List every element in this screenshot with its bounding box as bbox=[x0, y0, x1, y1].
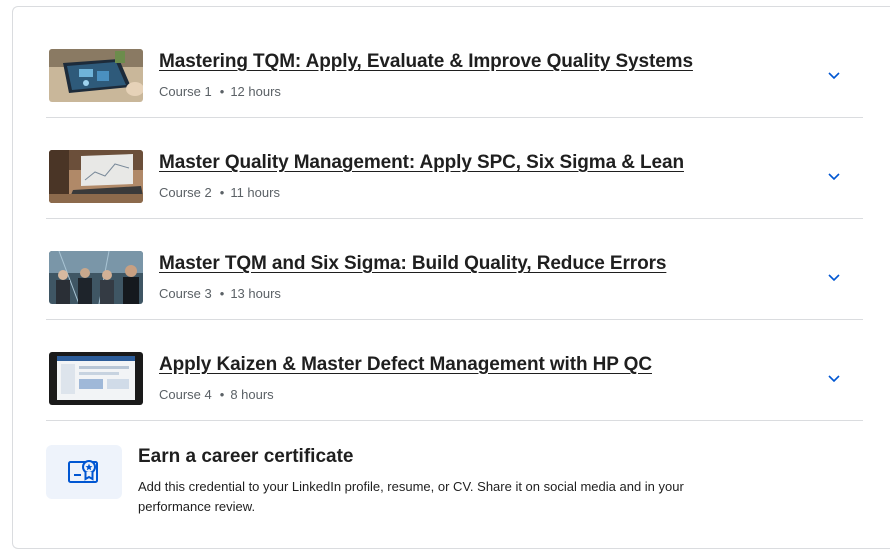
course-meta: Course 4 • 8 hours bbox=[159, 387, 274, 402]
course-title[interactable]: Master TQM and Six Sigma: Build Quality,… bbox=[159, 253, 666, 275]
course-thumbnail bbox=[49, 49, 143, 102]
course-label: Course 4 bbox=[159, 387, 212, 402]
course-item-1[interactable]: Mastering TQM: Apply, Evaluate & Improve… bbox=[46, 16, 863, 118]
course-duration: 13 hours bbox=[230, 286, 281, 301]
course-title[interactable]: Mastering TQM: Apply, Evaluate & Improve… bbox=[159, 51, 693, 73]
separator-dot: • bbox=[219, 185, 225, 200]
course-meta: Course 1 • 12 hours bbox=[159, 84, 281, 99]
course-label: Course 2 bbox=[159, 185, 212, 200]
chevron-down-icon[interactable] bbox=[826, 67, 842, 83]
course-thumbnail bbox=[49, 251, 143, 304]
course-item-3[interactable]: Master TQM and Six Sigma: Build Quality,… bbox=[46, 218, 863, 320]
course-title[interactable]: Master Quality Management: Apply SPC, Si… bbox=[159, 152, 684, 174]
separator-dot: • bbox=[219, 84, 225, 99]
certificate-icon bbox=[68, 460, 98, 483]
course-label: Course 1 bbox=[159, 84, 212, 99]
course-meta: Course 2 • 11 hours bbox=[159, 185, 280, 200]
course-label: Course 3 bbox=[159, 286, 212, 301]
chevron-down-icon[interactable] bbox=[826, 168, 842, 184]
chevron-down-icon[interactable] bbox=[826, 269, 842, 285]
course-thumbnail bbox=[49, 352, 143, 405]
separator-dot: • bbox=[219, 286, 225, 301]
course-duration: 11 hours bbox=[230, 185, 280, 200]
separator-dot: • bbox=[219, 387, 225, 402]
course-item-2[interactable]: Master Quality Management: Apply SPC, Si… bbox=[46, 117, 863, 219]
certificate-title: Earn a career certificate bbox=[138, 446, 354, 467]
course-duration: 12 hours bbox=[230, 84, 281, 99]
course-item-4[interactable]: Apply Kaizen & Master Defect Management … bbox=[46, 319, 863, 421]
chevron-down-icon[interactable] bbox=[826, 370, 842, 386]
course-title[interactable]: Apply Kaizen & Master Defect Management … bbox=[159, 354, 652, 376]
certificate-description: Add this credential to your LinkedIn pro… bbox=[138, 479, 684, 514]
certificate-icon-box bbox=[46, 445, 122, 499]
course-duration: 8 hours bbox=[230, 387, 274, 402]
course-thumbnail bbox=[49, 150, 143, 203]
course-meta: Course 3 • 13 hours bbox=[159, 286, 281, 301]
